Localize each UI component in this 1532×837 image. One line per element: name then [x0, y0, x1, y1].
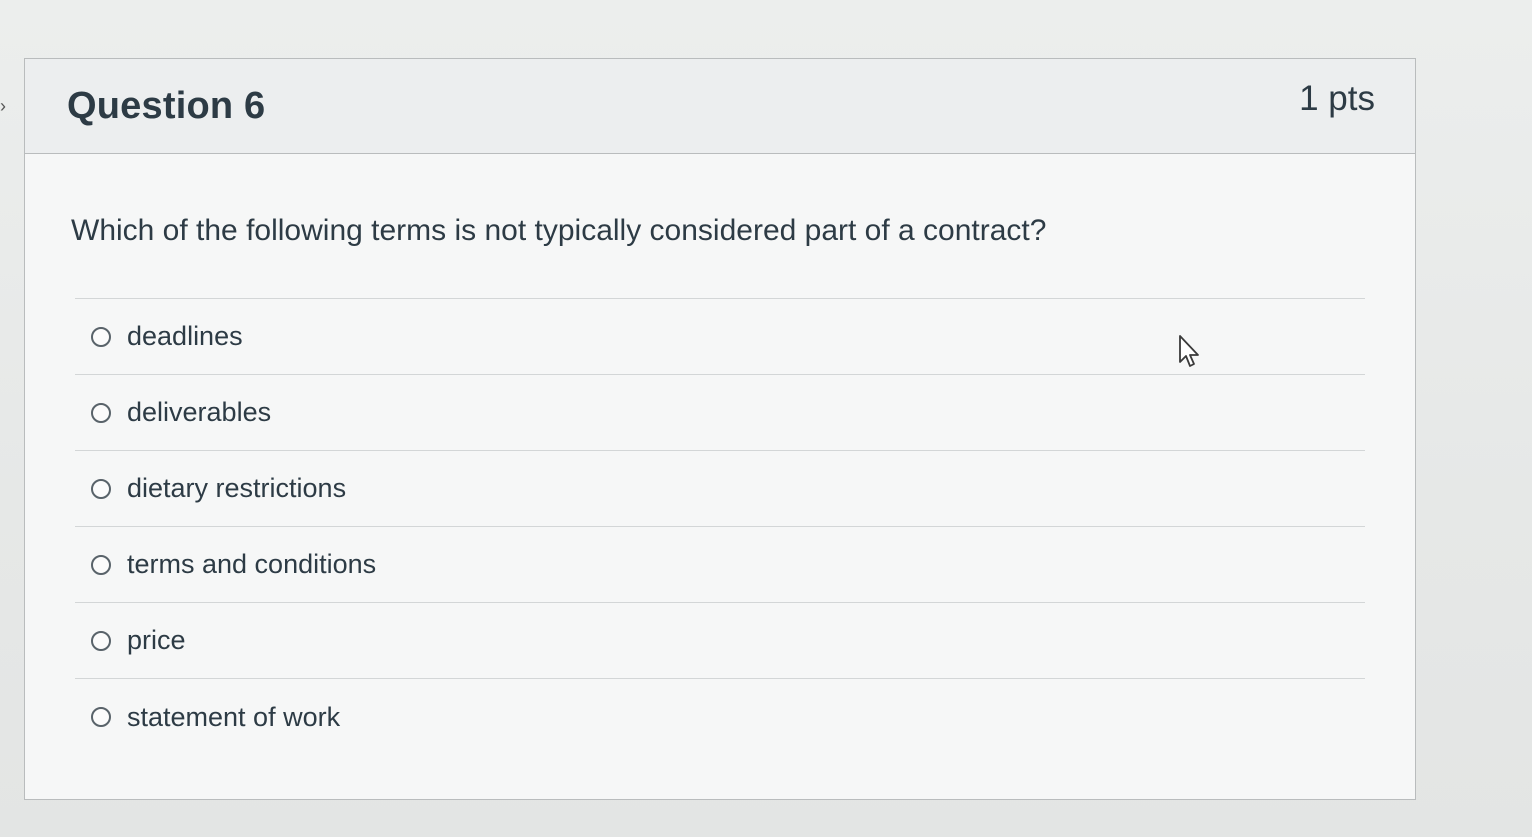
answer-option-deadlines[interactable]: deadlines	[75, 299, 1365, 375]
radio-button[interactable]	[91, 707, 111, 727]
question-title: Question 6	[67, 85, 266, 127]
answer-label: price	[127, 625, 186, 655]
answer-option-dietary-restrictions[interactable]: dietary restrictions	[75, 451, 1365, 527]
answer-label: deliverables	[127, 397, 272, 427]
chevron-right-icon[interactable]: ›	[0, 96, 6, 117]
question-card: Question 6 1 pts Which of the following …	[24, 58, 1416, 800]
radio-button[interactable]	[91, 630, 111, 651]
answer-label: statement of work	[127, 701, 341, 732]
radio-button[interactable]	[91, 478, 111, 499]
answer-label: deadlines	[127, 321, 243, 351]
answer-option-terms-and-conditions[interactable]: terms and conditions	[75, 527, 1365, 603]
answer-list: deadlines deliverables dietary restricti…	[75, 298, 1365, 755]
answer-label: terms and conditions	[127, 549, 377, 579]
answer-label: dietary restrictions	[127, 473, 347, 503]
question-points: 1 pts	[1299, 79, 1375, 118]
mouse-pointer-icon	[1179, 335, 1199, 367]
radio-button[interactable]	[91, 554, 111, 575]
radio-button[interactable]	[91, 402, 111, 423]
question-text: Which of the following terms is not typi…	[71, 214, 1047, 247]
question-body: Which of the following terms is not typi…	[25, 154, 1415, 755]
answer-option-price[interactable]: price	[75, 603, 1365, 679]
question-header: Question 6 1 pts	[25, 59, 1415, 154]
answer-option-statement-of-work[interactable]: statement of work	[75, 679, 1365, 755]
radio-button[interactable]	[91, 326, 111, 347]
answer-option-deliverables[interactable]: deliverables	[75, 375, 1365, 451]
